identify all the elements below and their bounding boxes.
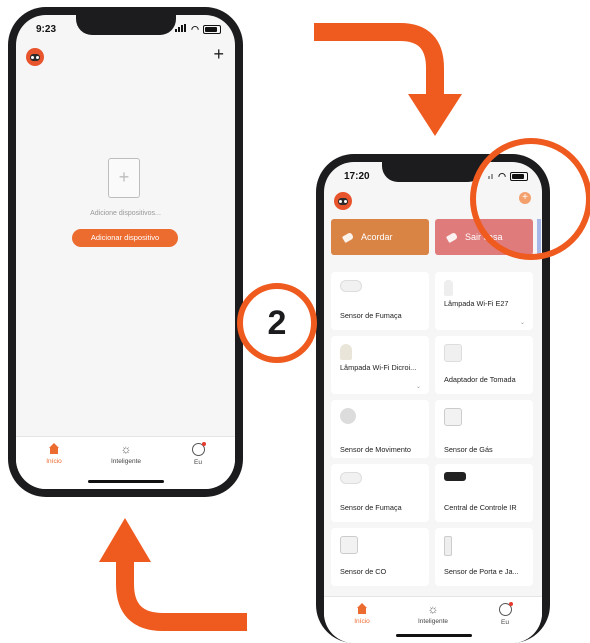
home-avatar-icon[interactable] (334, 192, 352, 210)
add-device-button[interactable]: Adicionar dispositivo (72, 229, 178, 247)
tag-icon (341, 232, 355, 244)
tab-label: Início (46, 458, 62, 465)
device-name: Adaptador de Tomada (444, 375, 516, 384)
device-name: Sensor de Gás (444, 445, 493, 454)
device-name: Sensor de Fumaça (340, 503, 402, 512)
tab-inteligente[interactable]: ☼ Inteligente (403, 603, 463, 625)
door-sensor-icon (444, 536, 452, 556)
device-card[interactable]: Central de Controle IR (435, 464, 533, 522)
co-sensor-icon (340, 536, 358, 554)
annotation-arrow-top (314, 23, 462, 136)
device-card[interactable]: Sensor de Gás (435, 400, 533, 458)
tag-icon (445, 232, 459, 244)
left-screen: 9:23 ◠ + Adicione dispositivos... Adicio… (16, 15, 235, 489)
notch (76, 15, 176, 35)
notch (382, 162, 484, 182)
home-icon (356, 603, 368, 615)
chevron-down-icon[interactable]: ⌄ (416, 383, 421, 390)
device-name: Sensor de Porta e Ja... (444, 567, 519, 576)
device-card[interactable]: Sensor de CO (331, 528, 429, 586)
device-name: Central de Controle IR (444, 503, 517, 512)
device-name: Sensor de CO (340, 567, 387, 576)
device-name: Lâmpada Wi-Fi Dicroi... (340, 363, 417, 372)
device-card[interactable]: Sensor de Fumaça (331, 464, 429, 522)
device-name: Sensor de Fumaça (340, 311, 402, 320)
tab-label: Inteligente (418, 618, 448, 625)
tab-inicio[interactable]: Início (332, 603, 392, 625)
left-phone: 9:23 ◠ + Adicione dispositivos... Adicio… (8, 7, 243, 497)
user-icon (498, 602, 513, 616)
plug-adapter-icon (444, 344, 462, 362)
status-time: 9:23 (36, 24, 57, 35)
add-icon[interactable]: + (213, 44, 224, 65)
tab-inteligente[interactable]: ☼ Inteligente (96, 443, 156, 465)
sun-icon: ☼ (427, 602, 439, 616)
bulb-icon (444, 280, 453, 296)
chevron-down-icon[interactable]: ⌄ (520, 319, 525, 326)
highlight-circle (470, 138, 590, 260)
battery-icon (203, 25, 221, 34)
smoke-sensor-icon (340, 280, 362, 292)
scene-acordar[interactable]: Acordar (331, 219, 429, 255)
device-card[interactable]: Lâmpada Wi-Fi E27 ⌄ (435, 272, 533, 330)
tab-inicio[interactable]: Início (24, 443, 84, 465)
user-icon (191, 442, 206, 456)
tab-eu[interactable]: Eu (475, 602, 535, 626)
tab-bar: Início ☼ Inteligente Eu (324, 596, 542, 643)
status-icons: ◠ (175, 24, 221, 35)
ir-controller-icon (444, 472, 466, 481)
annotation-arrow-bottom (99, 518, 247, 631)
tab-bar: Início ☼ Inteligente Eu (16, 436, 235, 489)
device-card[interactable]: Lâmpada Wi-Fi Dicroi... ⌄ (331, 336, 429, 394)
empty-document-icon (108, 158, 140, 198)
device-card[interactable]: Sensor de Porta e Ja... (435, 528, 533, 586)
smoke-sensor-icon (340, 472, 362, 484)
tab-label: Inteligente (111, 458, 141, 465)
gas-sensor-icon (444, 408, 462, 426)
device-name: Lâmpada Wi-Fi E27 (444, 299, 509, 308)
tab-label: Início (354, 618, 370, 625)
empty-message: Adicione dispositivos... (90, 210, 161, 217)
home-avatar-icon[interactable] (26, 48, 44, 66)
device-card[interactable]: Sensor de Fumaça (331, 272, 429, 330)
device-card[interactable]: Adaptador de Tomada (435, 336, 533, 394)
scene-label: Acordar (361, 232, 393, 242)
motion-sensor-icon (340, 408, 356, 424)
device-card[interactable]: Sensor de Movimento (331, 400, 429, 458)
home-indicator (88, 480, 164, 483)
home-icon (48, 443, 60, 455)
spotlight-bulb-icon (340, 344, 352, 360)
step-badge: 2 (237, 283, 317, 363)
tab-eu[interactable]: Eu (168, 442, 228, 466)
status-time: 17:20 (344, 171, 370, 182)
home-indicator (396, 634, 472, 637)
tab-label: Eu (194, 459, 202, 466)
device-name: Sensor de Movimento (340, 445, 411, 454)
sun-icon: ☼ (120, 442, 132, 456)
tab-label: Eu (501, 619, 509, 626)
